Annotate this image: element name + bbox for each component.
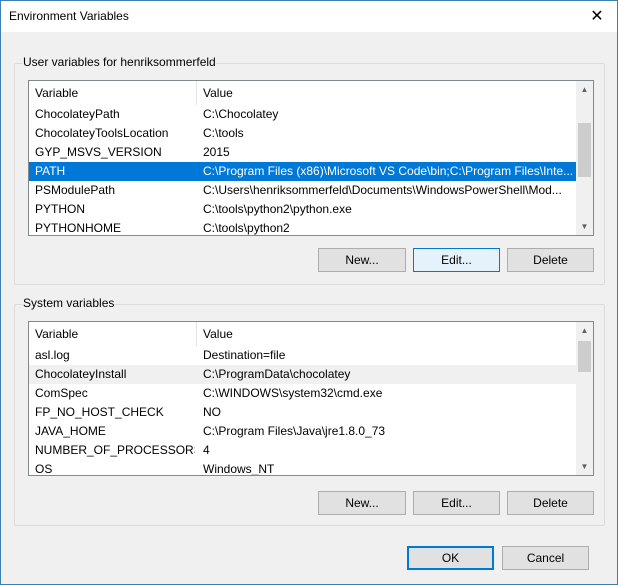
- system-new-button[interactable]: New...: [318, 491, 406, 515]
- variable-value: C:\Users\henriksommerfeld\Documents\Wind…: [203, 183, 562, 197]
- close-icon: ✕: [590, 8, 604, 25]
- chevron-down-icon[interactable]: ▼: [576, 218, 593, 235]
- list-item[interactable]: JAVA_HOME C:\Program Files\Java\jre1.8.0_…: [29, 422, 577, 441]
- variable-value: C:\ProgramData\chocolatey: [203, 367, 351, 381]
- ok-button[interactable]: OK: [407, 546, 494, 570]
- variable-name: ChocolateyPath: [35, 107, 120, 121]
- variable-name: ChocolateyToolsLocation: [35, 126, 169, 140]
- user-variables-label: User variables for henriksommerfeld: [23, 55, 216, 69]
- variable-name: PYTHONHOME: [35, 221, 122, 235]
- system-variables-group: System variables Variable Value asl.log D…: [14, 296, 605, 526]
- variable-value: 4: [203, 443, 210, 457]
- list-item[interactable]: asl.log Destination=file: [29, 346, 577, 365]
- user-edit-button[interactable]: Edit...: [413, 248, 500, 272]
- list-item[interactable]: ChocolateyInstall C:\ProgramData\chocolat…: [29, 365, 577, 384]
- variable-value: 2015: [203, 145, 230, 159]
- user-variables-header: Variable Value: [29, 81, 577, 105]
- variable-name: ComSpec: [35, 386, 88, 400]
- variable-name: ChocolateyInstall: [35, 367, 127, 381]
- variable-value: C:\Program Files\Java\jre1.8.0_73: [203, 424, 386, 438]
- environment-variables-dialog: Environment Variables ✕ User variables f…: [0, 0, 618, 585]
- scrollbar-thumb[interactable]: [578, 341, 591, 372]
- list-item[interactable]: ChocolateyToolsLocation C:\tools: [29, 124, 577, 143]
- variable-name: PYTHON: [35, 202, 86, 216]
- user-delete-button[interactable]: Delete: [507, 248, 594, 272]
- variable-name: PATH: [35, 164, 66, 178]
- variable-name: GYP_MSVS_VERSION: [35, 145, 162, 159]
- variable-name: FP_NO_HOST_CHECK: [35, 405, 164, 419]
- list-item[interactable]: NUMBER_OF_PROCESSORS 4: [29, 441, 577, 460]
- list-item[interactable]: PSModulePath C:\Users\henriksommerfeld\Do…: [29, 181, 577, 200]
- list-item[interactable]: OS Windows_NT: [29, 460, 577, 476]
- chevron-up-icon[interactable]: ▲: [576, 322, 593, 339]
- chevron-down-icon[interactable]: ▼: [576, 458, 593, 475]
- variable-name: NUMBER_OF_PROCESSORS: [35, 443, 195, 457]
- window-title: Environment Variables: [9, 9, 129, 23]
- variable-name: PSModulePath: [35, 183, 116, 197]
- column-header-variable[interactable]: Variable: [29, 322, 197, 346]
- column-header-variable[interactable]: Variable: [29, 81, 197, 105]
- system-variables-rows: asl.log Destination=file ChocolateyInstall…: [29, 346, 577, 476]
- variable-value: Windows_NT: [203, 462, 275, 476]
- system-variables-scrollbar[interactable]: ▲ ▼: [576, 322, 593, 475]
- chevron-up-icon[interactable]: ▲: [576, 81, 593, 98]
- variable-value: Destination=file: [203, 348, 286, 362]
- column-header-value[interactable]: Value: [197, 81, 577, 105]
- variable-value: C:\tools\python2\python.exe: [203, 202, 352, 216]
- title-bar: Environment Variables ✕: [1, 1, 617, 32]
- cancel-button[interactable]: Cancel: [502, 546, 589, 570]
- variable-value: C:\Chocolatey: [203, 107, 279, 121]
- variable-name: JAVA_HOME: [35, 424, 106, 438]
- variable-name: OS: [35, 462, 53, 476]
- system-delete-button[interactable]: Delete: [507, 491, 594, 515]
- user-variables-scrollbar[interactable]: ▲ ▼: [576, 81, 593, 235]
- list-item[interactable]: ComSpec C:\WINDOWS\system32\cmd.exe: [29, 384, 577, 403]
- close-button[interactable]: ✕: [577, 1, 617, 31]
- user-variables-group: User variables for henriksommerfeld Vari…: [14, 55, 605, 285]
- variable-value: C:\Program Files (x86)\Microsoft VS Code…: [203, 164, 574, 178]
- user-new-button[interactable]: New...: [318, 248, 406, 272]
- scrollbar-thumb[interactable]: [578, 123, 591, 177]
- system-variables-header: Variable Value: [29, 322, 577, 346]
- variable-value: NO: [203, 405, 221, 419]
- variable-name: asl.log: [35, 348, 70, 362]
- list-item[interactable]: PATH C:\Program Files (x86)\Microsoft VS …: [29, 162, 577, 181]
- list-item[interactable]: GYP_MSVS_VERSION 2015: [29, 143, 577, 162]
- variable-value: C:\tools\python2: [203, 221, 290, 235]
- user-variables-list[interactable]: Variable Value ChocolateyPath C:\Chocolat…: [28, 80, 594, 236]
- column-header-value[interactable]: Value: [197, 322, 577, 346]
- user-variables-rows: ChocolateyPath C:\Chocolatey ChocolateyToo…: [29, 105, 577, 235]
- system-variables-label: System variables: [23, 296, 115, 310]
- system-edit-button[interactable]: Edit...: [413, 491, 500, 515]
- list-item[interactable]: FP_NO_HOST_CHECK NO: [29, 403, 577, 422]
- list-item[interactable]: PYTHONHOME C:\tools\python2: [29, 219, 577, 235]
- list-item[interactable]: ChocolateyPath C:\Chocolatey: [29, 105, 577, 124]
- list-item[interactable]: PYTHON C:\tools\python2\python.exe: [29, 200, 577, 219]
- system-variables-list[interactable]: Variable Value asl.log Destination=file Ch…: [28, 321, 594, 476]
- variable-value: C:\WINDOWS\system32\cmd.exe: [203, 386, 383, 400]
- variable-value: C:\tools: [203, 126, 244, 140]
